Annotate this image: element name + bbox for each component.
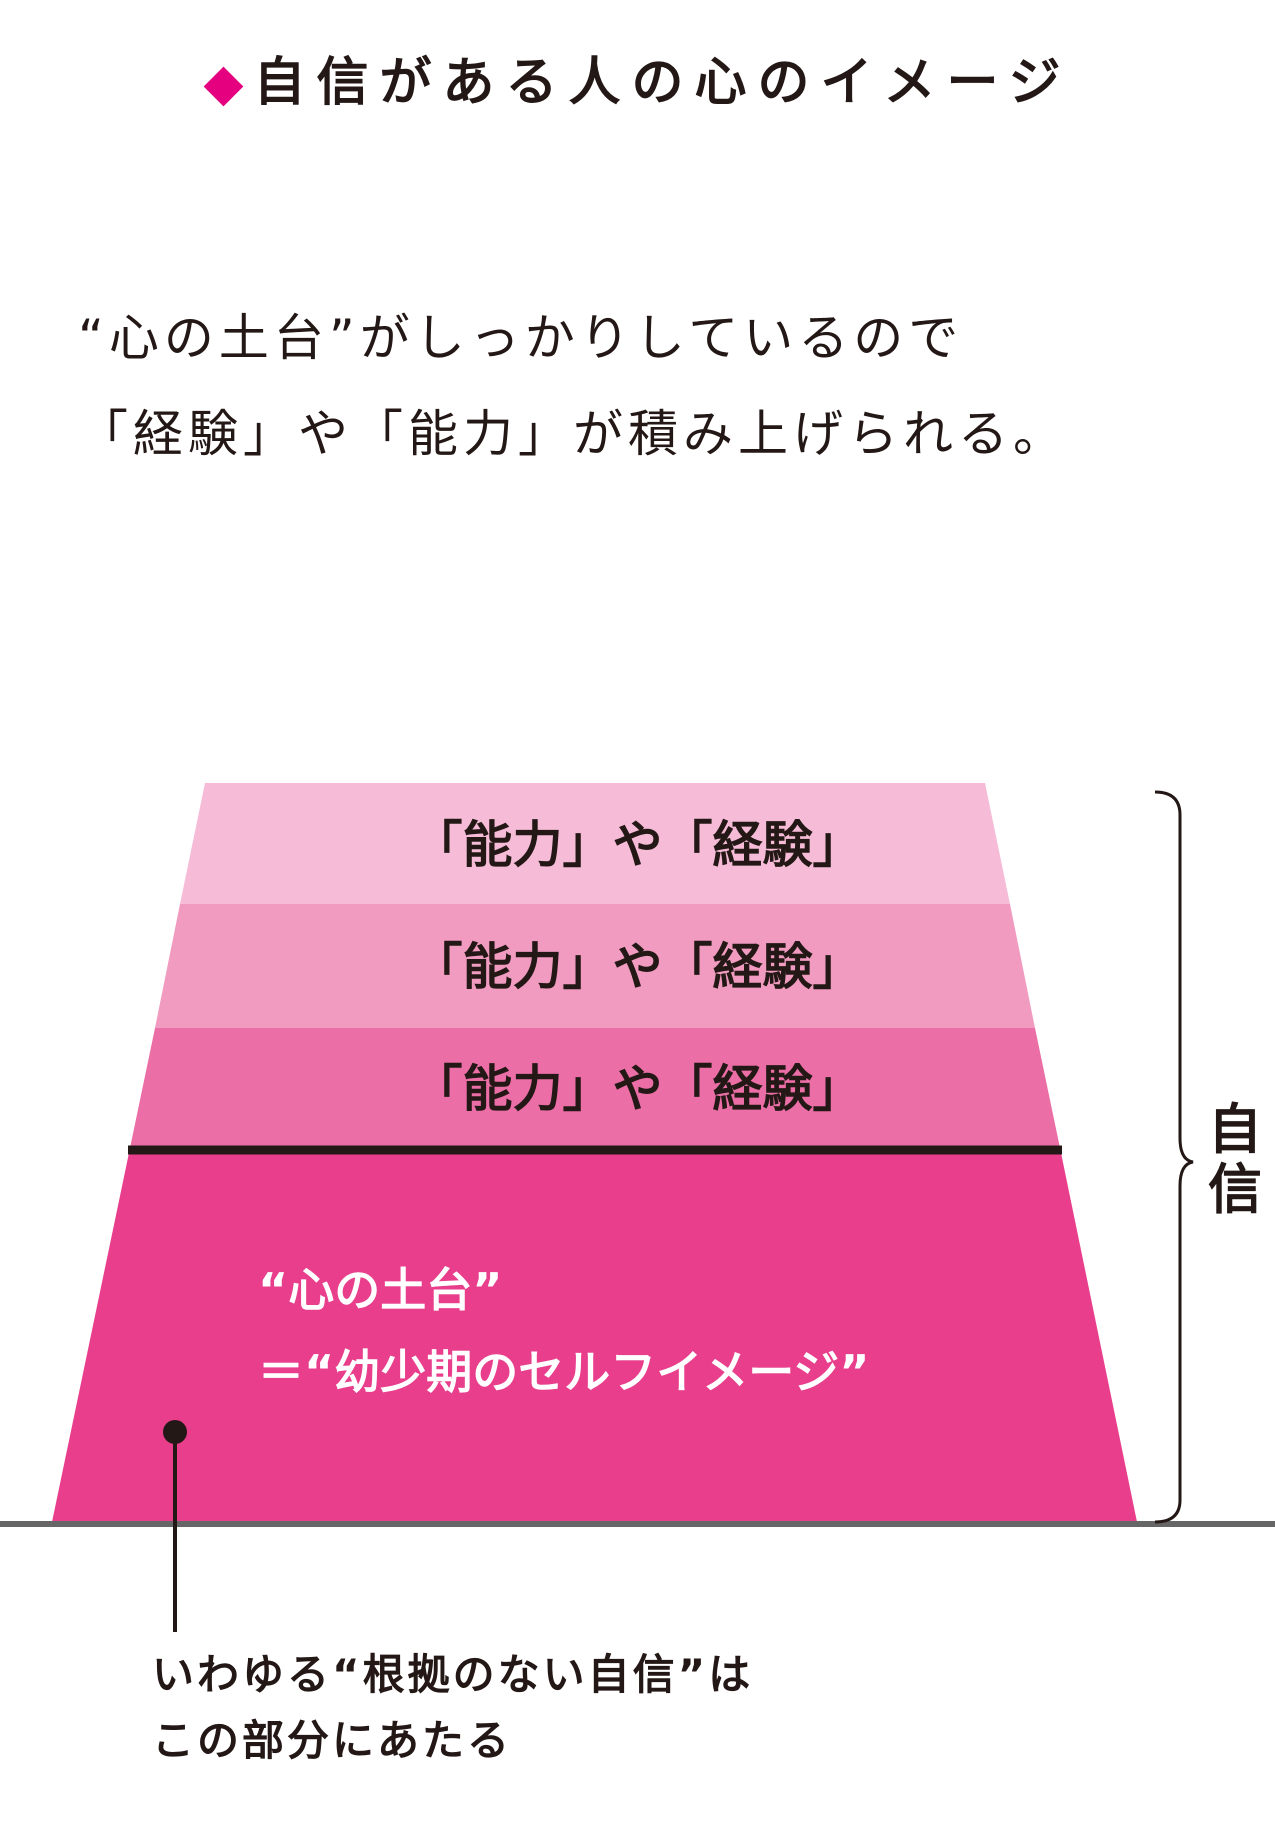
pyramid-diagram: [0, 783, 1275, 1632]
layer-label-top: 「能力」や「経験」: [412, 816, 863, 874]
note-line-2: この部分にあたる: [152, 1716, 513, 1765]
foundation-label-2: ＝“幼少期のセルフイメージ”: [258, 1345, 870, 1399]
foundation-label-1: “心の土台”: [258, 1263, 503, 1317]
layer-label-middle: 「能力」や「経験」: [412, 938, 863, 996]
note-line-1: いわゆる“根拠のない自信”は: [152, 1650, 754, 1699]
pointer-dot: [163, 1420, 187, 1444]
note-text: いわゆる“根拠のない自信”は この部分にあたる: [152, 1642, 753, 1774]
brace-label: 自信: [1208, 1098, 1262, 1221]
foundation-layer: [52, 1148, 1137, 1522]
layer-label-bottom: 「能力」や「経験」: [412, 1060, 863, 1118]
brace-bracket: [1154, 790, 1194, 1524]
